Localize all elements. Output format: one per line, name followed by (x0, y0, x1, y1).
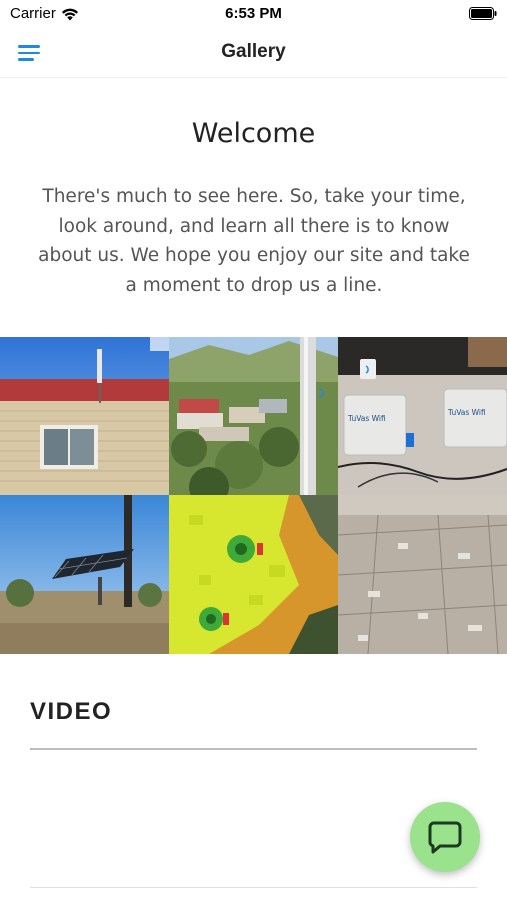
chat-bubble-icon (428, 821, 462, 854)
bottom-divider (30, 887, 477, 888)
building-antenna-photo[interactable] (0, 337, 169, 495)
welcome-text: There's much to see here. So, take your … (38, 186, 470, 296)
equipment-label-left: TuVas Wifi (347, 414, 386, 423)
video-heading: VIDEO (30, 698, 113, 725)
welcome-heading: Welcome (191, 118, 316, 149)
solar-panel-photo[interactable] (0, 495, 169, 654)
status-bar: Carrier 6:53 PM (0, 0, 507, 28)
battery-icon (469, 7, 497, 20)
coverage-map-photo[interactable] (169, 495, 338, 654)
navigation-bar: Gallery (0, 28, 507, 78)
equipment-label-right: TuVas Wifi (447, 408, 486, 417)
equipment-boxes-photo[interactable]: TuVas Wifi TuVas Wifi (338, 337, 507, 495)
clock: 6:53 PM (225, 5, 282, 22)
video-divider (30, 748, 477, 750)
page-title: Gallery (221, 41, 286, 62)
aerial-desert-photo[interactable] (338, 495, 507, 654)
photo-gallery: TuVas Wifi TuVas Wifi (0, 337, 507, 654)
chat-button[interactable] (410, 802, 480, 872)
neighborhood-antenna-photo[interactable] (169, 337, 338, 495)
